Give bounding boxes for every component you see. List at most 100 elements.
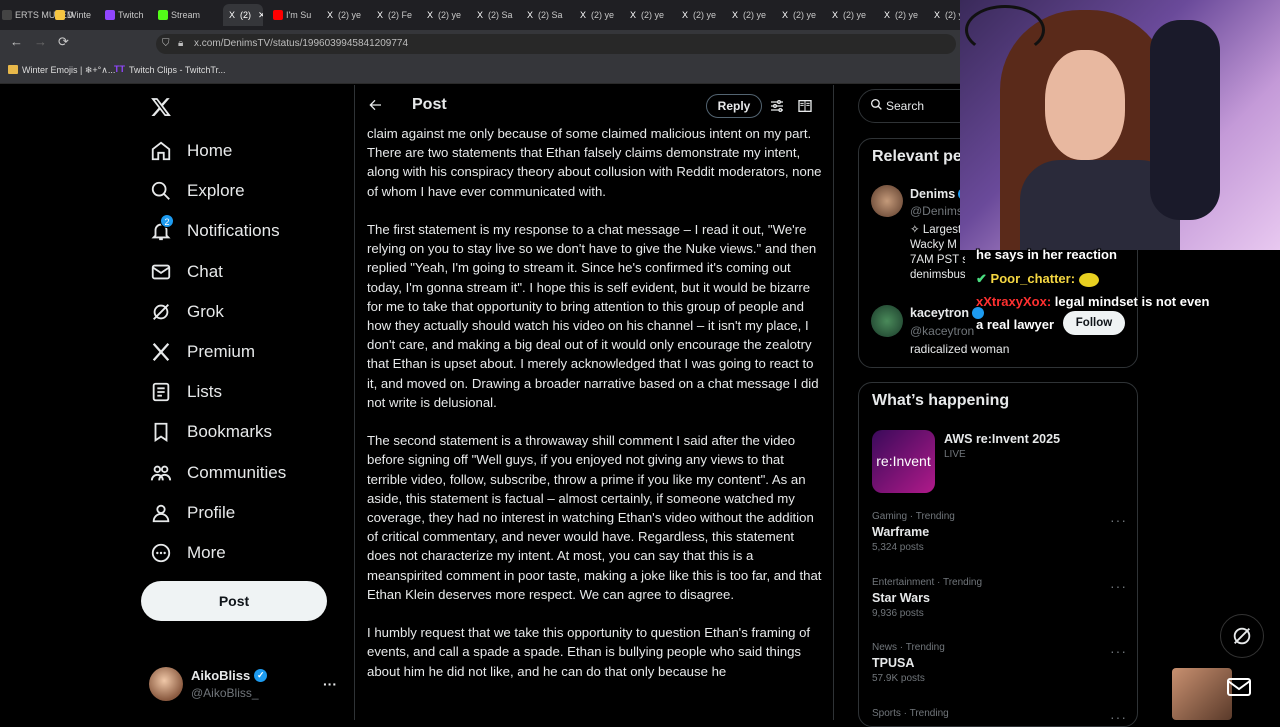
folder-icon (8, 65, 18, 74)
post-paragraph: I humbly request that we take this oppor… (367, 625, 811, 679)
trend-meta: News · Trending (872, 642, 945, 653)
browser-tab[interactable]: X (2) ye (425, 4, 470, 26)
chat-username: xXtraxyXox: (976, 294, 1052, 309)
browser-tab[interactable]: X (2) ye (780, 4, 825, 26)
chat-username: Poor_chatter: (990, 271, 1076, 286)
avatar[interactable] (149, 667, 183, 701)
trend-item[interactable]: Sports · Trending (872, 708, 1132, 722)
site-info-icon[interactable]: ⛉ (162, 34, 170, 54)
sidebar-item-chat[interactable]: Chat (150, 257, 223, 287)
x-logo[interactable] (150, 96, 172, 123)
trend-count: 5,324 posts (872, 542, 924, 553)
browser-tab[interactable]: X (2) ✕ (223, 4, 263, 26)
post-paragraph: The first statement is my response to a … (367, 222, 819, 410)
trend-name: Warframe (872, 525, 930, 539)
browser-tab[interactable]: Winte (55, 4, 95, 26)
post-button[interactable]: Post (141, 581, 327, 621)
sidebar-item-bookmarks[interactable]: Bookmarks (150, 417, 272, 447)
url-field[interactable]: ⛉ 🔒︎ x.com/DenimsTV/status/1996039945841… (156, 34, 956, 54)
sidebar-item-grok[interactable]: Grok (150, 297, 224, 327)
browser-tab[interactable]: X (2) ye (578, 4, 623, 26)
bookmark-twitch-clips[interactable]: Twitch Clips - TwitchTr... (129, 65, 226, 75)
filter-icon[interactable] (769, 98, 785, 119)
featured-title[interactable]: AWS re:Invent 2025 (944, 432, 1060, 446)
trend-count: 57.9K posts (872, 673, 925, 684)
browser-tab[interactable]: Twitch (105, 4, 155, 26)
trend-name: Star Wars (872, 590, 930, 605)
trend-item[interactable]: News · Trending TPUSA 57.9K posts (872, 642, 1132, 684)
trend-more-icon[interactable]: ··· (1110, 643, 1127, 659)
chat-line: ✔ Poor_chatter: (976, 271, 1099, 287)
account-handle: @AikoBliss_ (191, 686, 259, 700)
sidebar-item-label: Explore (187, 181, 245, 201)
trend-more-icon[interactable]: ··· (1110, 578, 1127, 594)
tab-label: Twitch (118, 10, 144, 20)
back-arrow-icon[interactable] (367, 97, 383, 118)
browser-tab[interactable]: X (2) Fe (375, 4, 420, 26)
sidebar-item-notifications[interactable]: 2 Notifications (150, 214, 280, 246)
browser-tab[interactable]: X (2) ye (325, 4, 370, 26)
sidebar-item-home[interactable]: Home (150, 136, 232, 166)
tab-favicon-icon (105, 10, 115, 20)
browser-tab[interactable]: X (2) ye (932, 4, 960, 26)
sidebar-item-lists[interactable]: Lists (150, 377, 222, 407)
reload-icon[interactable]: ⟳ (58, 34, 69, 50)
post-body: claim against me only because of some cl… (367, 124, 825, 700)
reader-view-icon[interactable] (797, 98, 813, 119)
sidebar-item-premium[interactable]: Premium (150, 337, 255, 367)
sidebar-item-more[interactable]: More (150, 538, 226, 568)
tab-favicon-icon: X (731, 10, 738, 20)
search-icon (150, 180, 187, 202)
browser-tab[interactable]: X (2) Sa (525, 4, 570, 26)
sidebar-item-label: Home (187, 141, 233, 160)
grok-fab[interactable] (1220, 614, 1264, 658)
trend-item[interactable]: Gaming · Trending Warframe 5,324 posts (872, 511, 1132, 553)
browser-tab[interactable]: X (2) ye (882, 4, 927, 26)
sidebar-item-explore[interactable]: Explore (150, 176, 245, 206)
account-more-icon[interactable]: ··· (323, 676, 337, 692)
browser-tab[interactable]: X (2) ye (628, 4, 673, 26)
emote-icon (1078, 272, 1099, 287)
browser-tab[interactable]: I'm Su (273, 4, 318, 26)
follow-button[interactable]: Follow (1063, 311, 1125, 335)
tab-favicon-icon: X (629, 10, 636, 20)
trend-more-icon[interactable]: ··· (1110, 512, 1127, 528)
sidebar-item-communities[interactable]: Communities (150, 458, 286, 488)
sidebar-item-label: Lists (187, 382, 222, 402)
browser-tab[interactable]: X (2) Sa (475, 4, 520, 26)
person-handle: @kaceytron (910, 324, 975, 338)
browser-tab[interactable]: Stream (158, 4, 213, 26)
trend-more-icon[interactable]: ··· (1110, 709, 1127, 725)
sidebar-item-label: Premium (187, 342, 256, 361)
person-name[interactable]: Denims (910, 187, 955, 201)
tab-favicon-icon (55, 10, 65, 20)
chat-message: legal mindset is not even (1054, 294, 1210, 309)
tab-favicon-icon: X (326, 10, 333, 20)
sidebar-item-profile[interactable]: Profile (150, 498, 235, 528)
featured-thumbnail[interactable]: re:Invent (872, 430, 935, 493)
profile-icon (150, 502, 187, 524)
denims-avatar[interactable] (871, 185, 903, 217)
browser-tab[interactable]: X (2) ye (830, 4, 875, 26)
tab-label: Winte (68, 10, 92, 20)
tab-favicon-icon: X (883, 10, 890, 20)
kaceytron-avatar[interactable] (871, 305, 903, 337)
back-arrow-icon[interactable]: ← (10, 34, 23, 49)
trend-item[interactable]: Entertainment · Trending Star Wars 9,936 p… (872, 577, 1132, 619)
person-bio: ✧ Largest Wacky M 7AM PST s denimsbusi (910, 224, 965, 281)
streamer-face (1045, 50, 1125, 160)
messages-icon[interactable] (1226, 676, 1254, 705)
forward-arrow-icon[interactable]: → (34, 34, 47, 49)
tab-close-icon[interactable]: ✕ (258, 10, 263, 21)
tab-label: (2) ye (438, 10, 462, 20)
reply-button[interactable]: Reply (706, 94, 762, 118)
bookmark-winter-emojis[interactable]: Winter Emojis | ❄+°∧... (22, 65, 115, 76)
person-name[interactable]: kaceytron (910, 306, 969, 320)
account-name-row: AikoBliss ✓ (191, 668, 268, 683)
sidebar-item-label: More (187, 543, 226, 562)
browser-tab[interactable]: X (2) ye (730, 4, 775, 26)
chat-line: a real lawyer (976, 317, 1055, 332)
whats-happening-title: What’s happening (872, 392, 1010, 409)
tab-label: (2) ye (338, 10, 362, 20)
browser-tab[interactable]: X (2) ye (680, 4, 725, 26)
